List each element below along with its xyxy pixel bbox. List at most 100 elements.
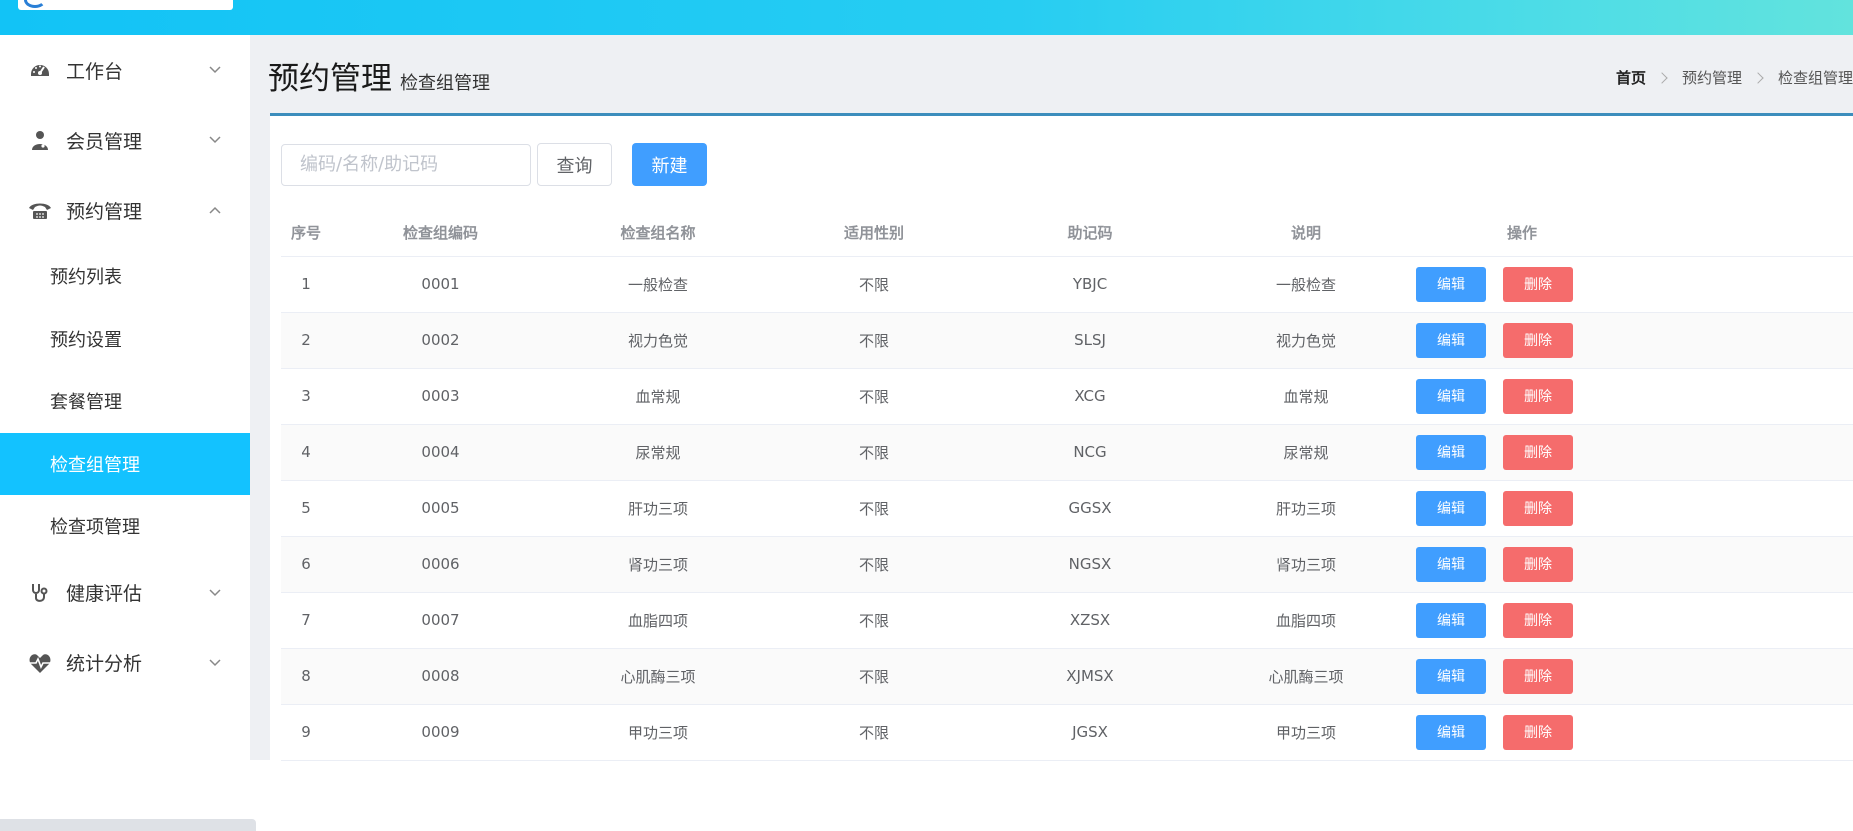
page-header: 预约管理 检查组管理 [268,53,490,98]
sidebar-group-statistics[interactable]: 统计分析 [0,628,250,698]
delete-button[interactable]: 删除 [1503,490,1573,526]
applicable-gender-cell: 不限 [766,480,982,537]
actions-cell: 编辑 删除 [1414,256,1630,313]
applicable-gender-cell: 不限 [766,648,982,705]
group-code-cell: 0004 [331,424,550,481]
breadcrumb-home[interactable]: 首页 [1616,67,1646,88]
actions-cell: 编辑 删除 [1414,536,1630,593]
sidebar-group-workbench[interactable]: 工作台 [0,35,250,105]
row-spacer-cell [1630,648,1853,705]
row-index-cell: 9 [281,704,331,761]
mnemonic-code-cell: XCG [982,368,1198,425]
actions-cell: 编辑 删除 [1414,480,1630,537]
delete-button[interactable]: 删除 [1503,378,1573,414]
group-code-cell: 0002 [331,312,550,369]
stethoscope-icon [28,581,52,605]
table-row: 6 0006 肾功三项 不限 NGSX 肾功三项 编辑 删除 [281,536,1853,593]
applicable-gender-cell: 不限 [766,368,982,425]
delete-button[interactable]: 删除 [1503,658,1573,694]
edit-button[interactable]: 编辑 [1416,322,1486,358]
actions-cell: 编辑 删除 [1414,704,1630,761]
checkgroup-table: 序号 检查组编码 检查组名称 适用性别 助记码 说明 操作 1 0001 一般检查不… [281,210,1853,761]
mnemonic-code-cell: YBJC [982,256,1198,313]
delete-button[interactable]: 删除 [1503,434,1573,470]
sidebar-group-label: 统计分析 [66,653,143,675]
group-name-cell: 心肌酶三项 [550,648,766,705]
row-index-cell: 1 [281,256,331,313]
edit-button[interactable]: 编辑 [1416,714,1486,750]
sidebar-item-checkitem-management[interactable]: 检查项管理 [0,495,250,558]
column-header: 检查组编码 [331,210,550,257]
main-content: 预约管理 检查组管理 首页 预约管理 检查组管理 查询 新建 序号 检查组编码 … [250,35,1853,761]
edit-button[interactable]: 编辑 [1416,434,1486,470]
search-toolbar: 查询 新建 [281,143,707,186]
column-header: 操作 [1414,210,1630,257]
table-row: 2 0002 视力色觉 不限 SLSJ 视力色觉 编辑 删除 [281,312,1853,369]
description-cell: 甲功三项 [1198,704,1414,761]
edit-button[interactable]: 编辑 [1416,546,1486,582]
group-name-cell: 血脂四项 [550,592,766,649]
sidebar-group-members[interactable]: 会员管理 [0,105,250,175]
group-name-cell: 视力色觉 [550,312,766,369]
description-cell: 视力色觉 [1198,312,1414,369]
edit-button[interactable]: 编辑 [1416,602,1486,638]
breadcrumb: 首页 预约管理 检查组管理 [1616,67,1853,88]
column-header: 助记码 [982,210,1198,257]
delete-button[interactable]: 删除 [1503,602,1573,638]
mnemonic-code-cell: NGSX [982,536,1198,593]
description-cell: 心肌酶三项 [1198,648,1414,705]
actions-cell: 编辑 删除 [1414,648,1630,705]
row-spacer-cell [1630,536,1853,593]
group-name-cell: 甲功三项 [550,704,766,761]
group-code-cell: 0003 [331,368,550,425]
actions-cell: 编辑 删除 [1414,312,1630,369]
edit-button[interactable]: 编辑 [1416,378,1486,414]
search-input[interactable] [281,143,531,186]
edit-button[interactable]: 编辑 [1416,490,1486,526]
edit-button[interactable]: 编辑 [1416,266,1486,302]
actions-cell: 编辑 删除 [1414,368,1630,425]
mnemonic-code-cell: XZSX [982,592,1198,649]
edit-button[interactable]: 编辑 [1416,658,1486,694]
delete-button[interactable]: 删除 [1503,322,1573,358]
sidebar-group-label: 工作台 [66,60,124,83]
chevron-down-icon [209,588,221,596]
sidebar-menu: 工作台 会员管理 预约管理 预约列表 预约设置 套餐管理 检查组管理 检查项管理… [0,35,250,760]
delete-button[interactable]: 删除 [1503,546,1573,582]
actions-cell: 编辑 删除 [1414,424,1630,481]
sidebar-item-appointment-settings[interactable]: 预约设置 [0,308,250,371]
breadcrumb-item[interactable]: 预约管理 [1682,67,1742,88]
delete-button[interactable]: 删除 [1503,714,1573,750]
description-cell: 血常规 [1198,368,1414,425]
row-spacer-cell [1630,424,1853,481]
sidebar-item-checkgroup-management[interactable]: 检查组管理 [0,432,250,495]
row-spacer-cell [1630,480,1853,537]
row-spacer-cell [1630,592,1853,649]
logo-mark-icon [24,0,46,8]
sidebar-group-health-assessment[interactable]: 健康评估 [0,558,250,628]
phone-icon [28,198,52,222]
applicable-gender-cell: 不限 [766,704,982,761]
column-header: 检查组名称 [550,210,766,257]
row-index-cell: 8 [281,648,331,705]
app-logo[interactable] [18,0,233,10]
table-row: 5 0005 肝功三项 不限 GGSX 肝功三项 编辑 删除 [281,480,1853,537]
mnemonic-code-cell: XJMSX [982,648,1198,705]
breadcrumb-separator-icon [1656,71,1668,84]
new-button[interactable]: 新建 [632,143,707,186]
sidebar-item-package-management[interactable]: 套餐管理 [0,370,250,433]
sidebar-item-appointment-list[interactable]: 预约列表 [0,245,250,308]
top-header-bar [0,0,1853,35]
column-header: 适用性别 [766,210,982,257]
group-name-cell: 肾功三项 [550,536,766,593]
table-row: 7 0007 血脂四项 不限 XZSX 血脂四项 编辑 删除 [281,592,1853,649]
row-spacer-cell [1630,312,1853,369]
query-button[interactable]: 查询 [537,143,612,186]
mnemonic-code-cell: SLSJ [982,312,1198,369]
actions-cell: 编辑 删除 [1414,592,1630,649]
row-index-cell: 2 [281,312,331,369]
sidebar-group-appointments[interactable]: 预约管理 [0,175,250,245]
row-spacer-cell [1630,704,1853,761]
sidebar-group-label: 会员管理 [66,130,143,153]
delete-button[interactable]: 删除 [1503,266,1573,302]
